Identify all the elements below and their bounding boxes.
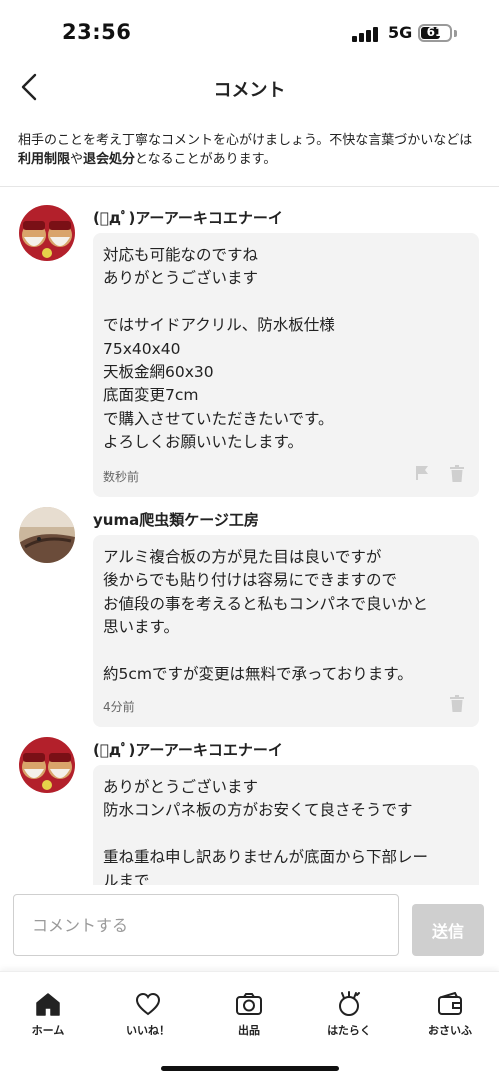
trash-icon[interactable] [450,465,464,486]
comment-line: で購入させていただきたいです。 [103,409,334,428]
comment-line: お値段の事を考えると私もコンパネで良いかと [103,594,429,613]
comment-line: アルミ複合板の方が見た目は良いですが [103,548,382,566]
tab-label: いいね！ [126,1024,170,1037]
status-bar: 23:56 5G 61 [0,0,499,62]
notice-bold-withdrawal: 退会処分 [83,152,136,167]
tab-label: ホーム [31,1024,65,1037]
notice-text-1: 相手のことを考え丁寧なコメントを心がけましょう。不快な言葉づかいなどは [18,133,473,148]
comment-line: 重ね重ね申し訳ありませんが底面から下部レー [103,848,429,867]
heart-icon [135,992,161,1016]
trash-icon[interactable] [450,695,464,716]
comment-notice: 相手のことを考え丁寧なコメントを心がけましょう。不快な言葉づかいなどは利用制限や… [18,131,484,169]
comment-line: 防水コンパネ板の方がお安くて良さそうです [103,801,413,820]
flag-icon[interactable] [415,465,429,485]
commenter-name: (ﾟдﾟ)アーアーキコエナーイ [93,209,283,227]
comment-line [103,291,469,314]
notice-text-2: や [70,152,84,167]
header: コメント [0,62,499,114]
comment-line [103,823,469,846]
battery-icon: 61 [418,24,452,42]
camera-icon [236,993,262,1015]
comment-bubble: 対応も可能なのですね ありがとうございます ではサイドアクリル、防水板仕様 75… [93,233,479,497]
tab-home[interactable]: ホーム [8,990,88,1038]
page-title: コメント [213,80,286,101]
avatar[interactable] [19,507,75,563]
divider [0,186,499,187]
signal-icon [352,26,380,42]
work-icon [339,991,360,1016]
avatar[interactable] [19,205,75,261]
tab-label: 出品 [238,1024,260,1037]
tab-label: はたらく [327,1024,371,1037]
home-icon [36,993,60,1016]
status-time: 23:56 [62,20,132,44]
tab-likes[interactable]: いいね！ [108,990,188,1038]
comment-input-bar: 送信 [0,885,499,971]
comment-line: ありがとうございます [103,269,259,288]
tab-bar: ホーム いいね！ 出品 はたらく おさいふ [0,971,499,1081]
send-button[interactable]: 送信 [412,904,484,956]
comment-line: ではサイドアクリル、防水板仕様 [103,316,335,335]
commenter-name: (ﾟдﾟ)アーアーキコエナーイ [93,741,283,759]
home-indicator [161,1066,339,1071]
comment-timestamp: 4分前 [103,700,135,714]
comment-line: 思います。 [103,618,179,637]
battery-tip [454,30,457,37]
tab-work[interactable]: はたらく [309,990,389,1038]
battery-percent: 61 [426,25,444,39]
comment-line [103,640,469,663]
wallet-icon [438,992,462,1015]
tab-sell[interactable]: 出品 [209,990,289,1038]
comment-line: 約5cmですが変更は無料で承っております。 [103,665,413,684]
comment-line: 底面変更7cm [103,386,199,405]
notice-text-3: となることがあります。 [135,152,277,167]
comment-line: 後からでも貼り付けは容易にできますので [103,571,398,590]
notice-bold-usage-limit: 利用制限 [18,152,71,167]
commenter-name: yuma爬虫類ケージ工房 [93,511,259,529]
comment-line: よろしくお願いいたします。 [103,433,303,452]
avatar[interactable] [19,737,75,793]
tab-wallet[interactable]: おさいふ [410,990,490,1038]
tab-label: おさいふ [428,1024,472,1037]
comment-line: ありがとうございます [103,778,259,796]
comment-line: 天板金網60x30 [103,363,214,382]
comment-bubble: アルミ複合板の方が見た目は良いですが 後からでも貼り付けは容易にできますので お… [93,535,479,727]
comment-line: 75x40x40 [103,339,181,358]
network-label: 5G [388,23,413,42]
comment-timestamp: 数秒前 [103,470,140,484]
comment-line: 対応も可能なのですね [103,246,259,264]
comment-input[interactable] [13,894,399,956]
